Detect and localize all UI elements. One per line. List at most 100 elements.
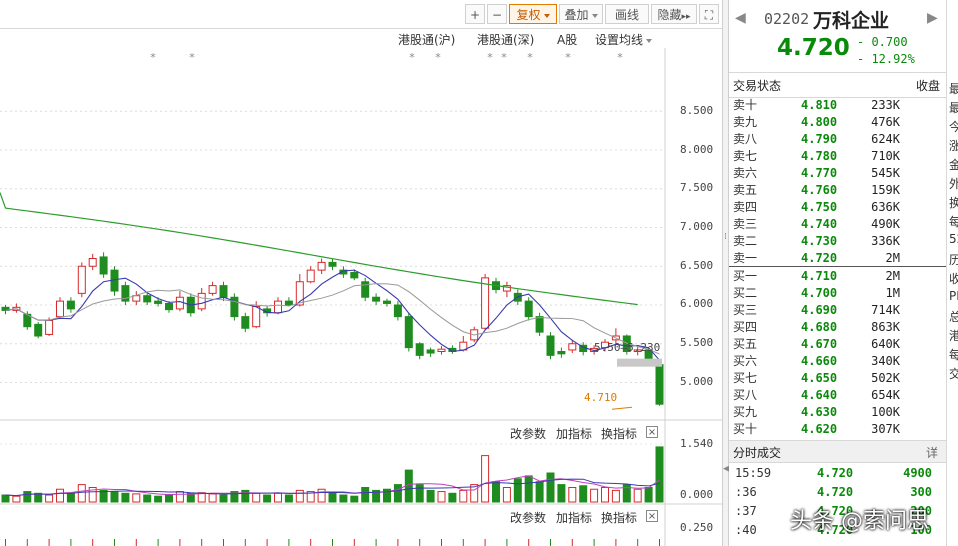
bid-level-row[interactable]: 买五 4.670 640K — [729, 336, 946, 353]
volume-tick: 1.540 — [680, 437, 714, 450]
volume-bar — [350, 495, 359, 503]
stats-label-fragment: 金 — [949, 156, 958, 173]
tick-price: 4.720 — [817, 485, 854, 499]
ask-level-row[interactable]: 卖一 4.720 2M — [729, 250, 946, 267]
volume-add-indicator-button[interactable]: 加指标 — [556, 425, 592, 442]
ask-level-row[interactable]: 卖三 4.740 490K — [729, 216, 946, 233]
bid-level-row[interactable]: 买六 4.660 340K — [729, 353, 946, 370]
ask-level-row[interactable]: 卖五 4.760 159K — [729, 182, 946, 199]
close-icon[interactable]: × — [646, 426, 658, 438]
volume-bar — [295, 489, 304, 503]
ask-level-row[interactable]: 卖八 4.790 624K — [729, 131, 946, 148]
volume-bar — [502, 487, 511, 503]
event-marker-icon: * — [150, 51, 156, 64]
level-volume: 863K — [871, 320, 900, 334]
tick-time: :36 — [735, 485, 757, 499]
ask-level-row[interactable]: 卖七 4.780 710K — [729, 148, 946, 165]
volume-bar — [644, 487, 653, 503]
bid-level-row[interactable]: 买二 4.700 1M — [729, 285, 946, 302]
indicator-add-button[interactable]: 加指标 — [556, 509, 592, 526]
next-stock-arrow-icon[interactable]: ▶ — [927, 10, 938, 26]
bid-level-row[interactable]: 买八 4.640 654K — [729, 387, 946, 404]
candle-body — [317, 261, 326, 271]
volume-bar — [121, 492, 130, 503]
ask-level-row[interactable]: 卖十 4.810 233K — [729, 97, 946, 114]
event-marker-icon: * — [565, 51, 571, 64]
stats-label-fragment: 52 — [949, 232, 958, 246]
candle-body — [219, 285, 228, 298]
volume-bar — [274, 492, 282, 503]
panel-splitter[interactable]: ⁞ ◀ — [722, 0, 730, 546]
trade-status-label: 交易状态 — [733, 79, 782, 93]
level-label: 卖二 — [733, 234, 758, 248]
level-volume: 336K — [871, 234, 900, 248]
close-icon[interactable]: × — [646, 510, 658, 522]
tick-time: :40 — [735, 523, 757, 537]
volume-bar — [524, 475, 533, 503]
candle-body — [165, 302, 173, 311]
volume-bar — [143, 494, 152, 503]
candle-body — [274, 300, 282, 314]
ticks-detail-button[interactable]: 详 — [926, 444, 938, 461]
stats-label-fragment: 总 — [949, 308, 958, 325]
volume-bar — [513, 478, 522, 503]
volume-bar — [557, 484, 566, 503]
stats-label-fragment: 换 — [949, 194, 958, 211]
ask-level-row[interactable]: 卖九 4.800 476K — [729, 114, 946, 131]
level-volume: 714K — [871, 303, 900, 317]
volume-bar — [56, 488, 64, 503]
candle-body — [415, 343, 424, 356]
bid-level-row[interactable]: 买四 4.680 863K — [729, 319, 946, 336]
stats-label-fragment: 历 — [949, 251, 958, 268]
level-volume: 2M — [885, 269, 900, 283]
range-label: 5.50–5.230 — [594, 341, 661, 354]
level-volume: 654K — [871, 388, 900, 402]
level-volume: 710K — [871, 149, 900, 163]
candle-body — [524, 300, 533, 318]
volume-switch-indicator-button[interactable]: 换指标 — [601, 425, 637, 442]
splitter-grip-icon[interactable]: ⁞ — [724, 232, 727, 242]
volume-bar — [219, 494, 228, 503]
bid-level-row[interactable]: 买一 4.710 2M — [729, 268, 946, 285]
level-price: 4.690 — [801, 303, 838, 317]
bid-level-row[interactable]: 买九 4.630 100K — [729, 404, 946, 421]
candle-body — [66, 300, 75, 310]
ask-level-row[interactable]: 卖二 4.730 336K — [729, 233, 946, 250]
ask-level-row[interactable]: 卖六 4.770 545K — [729, 165, 946, 182]
ticks-label: 分时成交 — [733, 446, 782, 460]
candle-body — [99, 256, 108, 275]
indicator-switch-button[interactable]: 换指标 — [601, 509, 637, 526]
candle-body — [361, 281, 370, 298]
bid-level-row[interactable]: 买三 4.690 714K — [729, 302, 946, 319]
last-price: 4.720 — [777, 35, 850, 61]
candlestick-chart[interactable]: * * * * * * * * * — [0, 0, 722, 546]
candle-body — [284, 300, 293, 306]
volume-bar — [339, 494, 348, 503]
candle-body — [568, 343, 577, 351]
prev-stock-arrow-icon[interactable]: ◀ — [735, 10, 746, 26]
event-marker-icon: * — [189, 51, 195, 64]
stats-label-fragment: 收 — [949, 270, 958, 287]
bid-level-row[interactable]: 买十 4.620 307K — [729, 421, 946, 438]
volume-bar — [426, 489, 435, 503]
volume-params-button[interactable]: 改参数 — [510, 425, 546, 442]
level-label: 买八 — [733, 388, 758, 402]
volume-bar — [77, 484, 86, 503]
volume-bar — [284, 494, 293, 503]
volume-bar — [437, 491, 446, 503]
level-price: 4.810 — [801, 98, 838, 112]
candle-body — [77, 265, 86, 294]
level-label: 买一 — [733, 269, 758, 283]
stats-label-fragment: 最 — [949, 80, 958, 97]
ask-level-row[interactable]: 卖四 4.750 636K — [729, 199, 946, 216]
event-marker-icon: * — [435, 51, 441, 64]
indicator-params-button[interactable]: 改参数 — [510, 509, 546, 526]
level-volume: 233K — [871, 98, 900, 112]
volume-bar — [361, 487, 370, 503]
volume-bar — [165, 493, 173, 503]
price-marker-bar — [617, 358, 662, 367]
bid-level-row[interactable]: 买七 4.650 502K — [729, 370, 946, 387]
level-volume: 100K — [871, 405, 900, 419]
volume-bar — [579, 485, 588, 503]
volume-bar — [448, 492, 457, 503]
